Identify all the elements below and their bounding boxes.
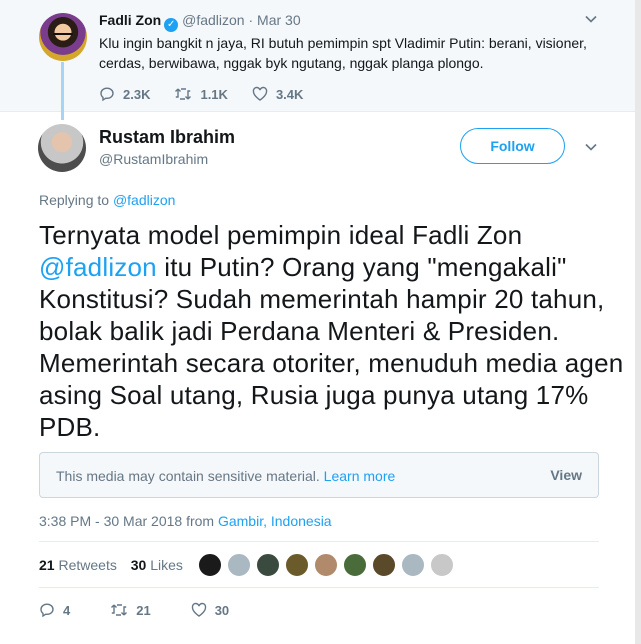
- thread-connector-line: [61, 62, 64, 120]
- mention-link[interactable]: @fadlizon: [39, 252, 157, 282]
- liker-avatar[interactable]: [401, 553, 425, 577]
- retweet-icon: [175, 88, 192, 100]
- parent-tweet[interactable]: Fadli Zon ✓ @fadlizon · Mar 30 Klu ingin …: [0, 0, 641, 112]
- like-count: 30: [214, 602, 230, 618]
- author-handle[interactable]: @RustamIbrahim: [99, 151, 208, 167]
- likes-stat-label: Likes: [150, 557, 183, 573]
- likes-stat[interactable]: 30 Likes: [131, 557, 183, 573]
- tweet-metadata: 3:38 PM - 30 Mar 2018 from Gambir, Indon…: [39, 513, 332, 529]
- like-count: 3.4K: [275, 86, 304, 102]
- avatar[interactable]: [38, 124, 86, 172]
- parent-tweet-header: Fadli Zon ✓ @fadlizon · Mar 30: [99, 12, 301, 32]
- retweet-button[interactable]: 21: [110, 602, 151, 618]
- liker-avatar[interactable]: [343, 553, 367, 577]
- learn-more-link[interactable]: Learn more: [324, 468, 396, 484]
- liker-avatar[interactable]: [285, 553, 309, 577]
- likes-stat-count: 30: [130, 557, 147, 573]
- retweets-stat-label: Retweets: [58, 557, 117, 573]
- liker-avatar[interactable]: [430, 553, 454, 577]
- window-edge: [635, 0, 641, 644]
- liker-avatar[interactable]: [314, 553, 338, 577]
- replying-to: Replying to @fadlizon: [39, 192, 175, 208]
- separator-dot: ·: [248, 12, 254, 28]
- divider: [39, 541, 599, 542]
- replying-handle-link[interactable]: @fadlizon: [113, 192, 175, 208]
- reply-icon: [40, 603, 54, 618]
- retweet-button[interactable]: 1.1K: [174, 86, 228, 102]
- sensitive-text: This media may contain sensitive materia…: [56, 468, 320, 484]
- liker-avatar[interactable]: [198, 553, 222, 577]
- reply-count: 4: [63, 602, 71, 618]
- retweets-stat[interactable]: 21 Retweets: [39, 557, 117, 573]
- follow-button[interactable]: Follow: [460, 128, 565, 164]
- retweets-stat-count: 21: [39, 557, 55, 573]
- engagement-stats: 21 Retweets 30 Likes: [39, 557, 183, 573]
- chevron-down-icon[interactable]: [584, 140, 598, 154]
- avatar[interactable]: [39, 13, 87, 61]
- heart-icon: [191, 602, 206, 617]
- sensitive-message: This media may contain sensitive materia…: [56, 468, 395, 484]
- author-handle[interactable]: @fadlizon: [182, 12, 244, 28]
- view-button[interactable]: View: [550, 467, 582, 483]
- liker-avatar[interactable]: [256, 553, 280, 577]
- chevron-down-icon[interactable]: [584, 12, 598, 26]
- reply-button[interactable]: 4: [39, 602, 70, 618]
- tweet-date[interactable]: Mar 30: [257, 12, 301, 28]
- liker-avatar[interactable]: [372, 553, 396, 577]
- reply-count: 2.3K: [123, 86, 151, 102]
- divider: [39, 587, 599, 588]
- tweet-text: Ternyata model pemimpin ideal Fadli Zon …: [39, 219, 629, 443]
- reply-button[interactable]: 2.3K: [99, 86, 150, 102]
- tweet-text-part: Ternyata model pemimpin ideal Fadli Zon: [39, 220, 523, 250]
- replying-prefix: Replying to: [39, 192, 110, 208]
- author-name[interactable]: Rustam Ibrahim: [99, 127, 235, 148]
- sensitive-media-warning: This media may contain sensitive materia…: [39, 452, 599, 498]
- timestamp: 3:38 PM - 30 Mar 2018 from: [39, 513, 215, 529]
- reply-icon: [100, 87, 114, 102]
- glasses-detail: [53, 33, 73, 39]
- like-button[interactable]: 30: [191, 602, 229, 618]
- retweet-count: 1.1K: [200, 86, 228, 102]
- liker-avatar[interactable]: [227, 553, 251, 577]
- heart-icon: [252, 86, 268, 101]
- like-button[interactable]: 3.4K: [252, 86, 303, 102]
- parent-tweet-actions: 2.3K 1.1K 3.4K: [99, 86, 327, 102]
- verified-badge-icon: ✓: [164, 18, 179, 32]
- liker-avatars: [198, 553, 459, 577]
- retweet-icon: [111, 604, 128, 616]
- retweet-count: 21: [136, 602, 151, 618]
- author-name[interactable]: Fadli Zon: [99, 12, 161, 28]
- tweet-actions: 4 21 30: [39, 602, 269, 618]
- parent-tweet-text: Klu ingin bangkit n jaya, RI butuh pemim…: [99, 35, 587, 71]
- location-link[interactable]: Gambir, Indonesia: [218, 513, 332, 529]
